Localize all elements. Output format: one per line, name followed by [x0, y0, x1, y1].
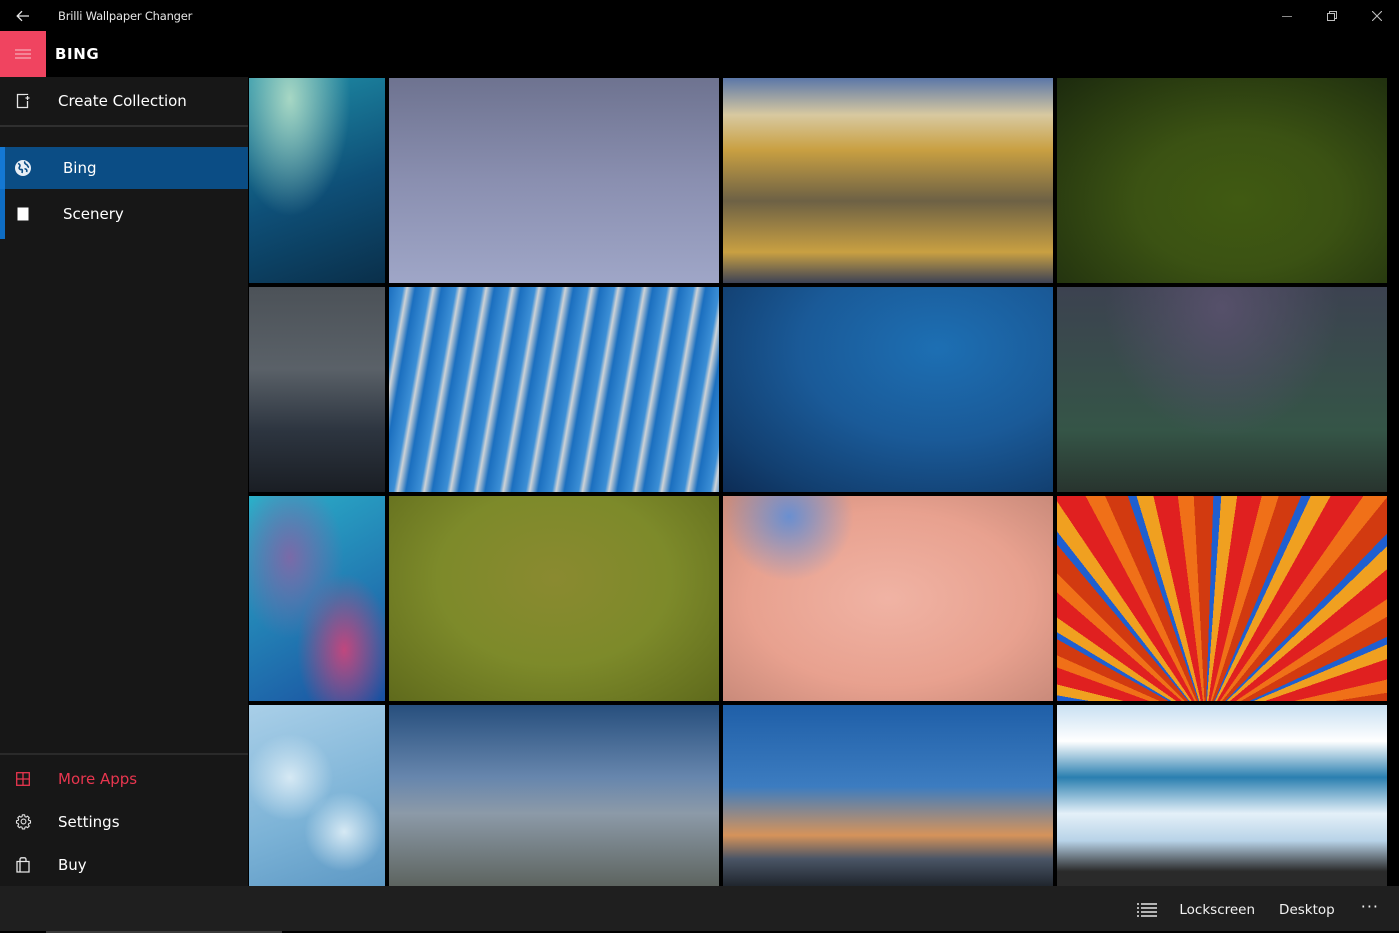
create-collection-button[interactable]: Create Collection — [0, 77, 248, 127]
wallpaper-tile-lightning-city[interactable] — [723, 705, 1053, 886]
more-options-button[interactable]: ··· — [1347, 886, 1393, 933]
window-controls — [1264, 0, 1399, 31]
wallpaper-tile-abstract-ice-pattern[interactable] — [249, 496, 385, 701]
minimize-button[interactable] — [1264, 0, 1309, 31]
buy-label: Buy — [58, 855, 87, 874]
wallpaper-tile-cherry-blossom-tree[interactable] — [723, 496, 1053, 701]
sidebar: Create Collection Bing Scenery More Apps — [0, 77, 248, 886]
page-header: BING — [0, 31, 1399, 77]
wallpaper-tile-dolphin-fish-school[interactable] — [723, 287, 1053, 492]
back-button[interactable] — [0, 0, 46, 31]
wallpaper-tile-colorful-feathers[interactable] — [1057, 496, 1387, 701]
close-button[interactable] — [1354, 0, 1399, 31]
settings-label: Settings — [58, 812, 120, 831]
wallpaper-tile-pelican-flight[interactable] — [389, 78, 719, 283]
create-collection-label: Create Collection — [58, 92, 187, 110]
app-title: Brilli Wallpaper Changer — [58, 8, 193, 23]
wallpaper-tile-underwater-cave[interactable] — [249, 78, 385, 283]
wallpaper-tile-frozen-landscape[interactable] — [249, 705, 385, 886]
wallpaper-gallery — [248, 77, 1399, 886]
shopping-bag-icon — [0, 856, 46, 873]
hamburger-icon — [15, 49, 31, 59]
wallpaper-tile-chickadee-branches[interactable] — [389, 496, 719, 701]
wallpaper-tile-milky-way[interactable] — [1057, 287, 1387, 492]
sidebar-item-label: Bing — [63, 159, 97, 177]
sidebar-item-scenery[interactable]: Scenery — [0, 189, 248, 239]
globe-icon — [0, 159, 46, 177]
command-bar: Lockscreen Desktop ··· — [0, 886, 1399, 933]
list-icon — [1137, 902, 1158, 917]
list-view-button[interactable] — [1127, 886, 1167, 933]
arrow-left-icon — [16, 10, 29, 21]
wallpaper-tile-clouds-goose-rocks[interactable] — [1057, 705, 1387, 886]
restore-button[interactable] — [1309, 0, 1354, 31]
desktop-button[interactable]: Desktop — [1267, 886, 1347, 933]
wallpaper-tile-blue-bird[interactable] — [1057, 78, 1387, 283]
page-title: BING — [55, 45, 100, 63]
wallpaper-tile-glacier-aerial[interactable] — [389, 287, 719, 492]
new-collection-icon — [0, 93, 46, 109]
sidebar-item-label: Scenery — [63, 205, 124, 223]
page-icon — [0, 206, 46, 222]
more-apps-button[interactable]: More Apps — [0, 757, 248, 800]
sidebar-footer: More Apps Settings Buy — [0, 753, 248, 886]
grid-icon — [0, 771, 46, 786]
lockscreen-button[interactable]: Lockscreen — [1167, 886, 1267, 933]
more-apps-label: More Apps — [58, 769, 138, 788]
minimize-icon — [1281, 15, 1292, 17]
sidebar-item-bing[interactable]: Bing — [0, 147, 248, 189]
wallpaper-tile-city-skyline-night[interactable] — [249, 287, 385, 492]
buy-button[interactable]: Buy — [0, 843, 248, 886]
close-icon — [1371, 10, 1382, 21]
wallpaper-tile-elephant-seals[interactable] — [389, 705, 719, 886]
wallpaper-tile-autumn-trees-horses[interactable] — [723, 78, 1053, 283]
gear-icon — [0, 813, 46, 830]
settings-button[interactable]: Settings — [0, 800, 248, 843]
hamburger-menu-button[interactable] — [0, 31, 46, 77]
restore-icon — [1326, 10, 1337, 21]
title-bar: Brilli Wallpaper Changer — [0, 0, 1399, 31]
